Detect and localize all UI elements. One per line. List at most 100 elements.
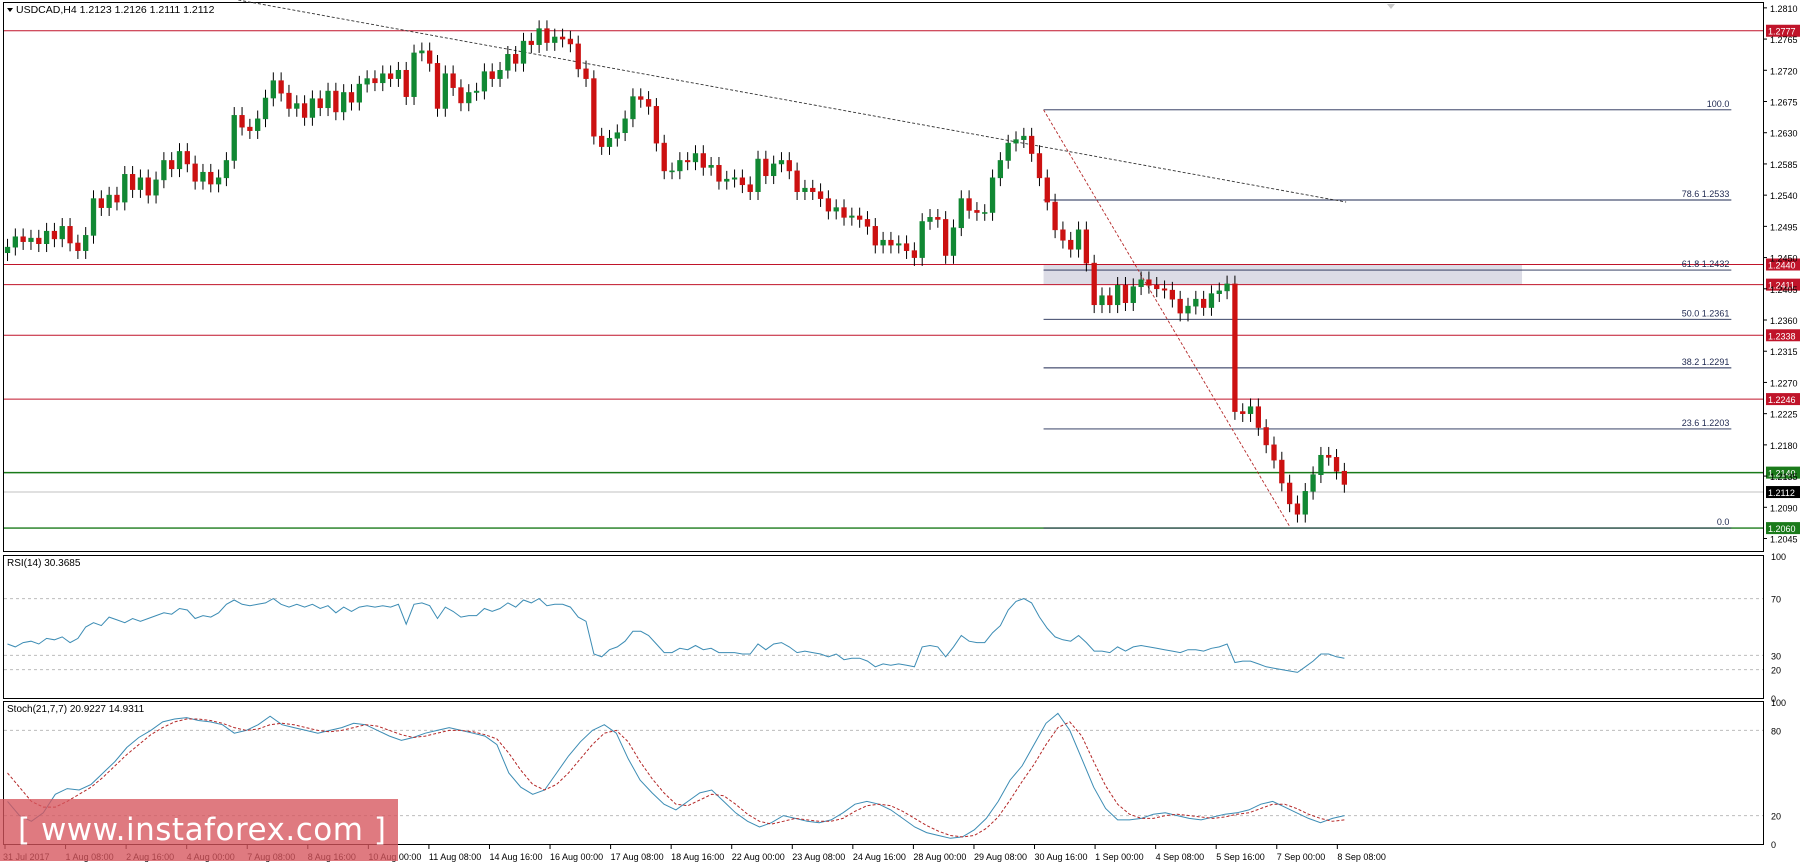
stoch-label: Stoch(21,7,7) 20.9227 14.9311 bbox=[7, 704, 145, 715]
candle-body bbox=[544, 28, 550, 43]
level-label: 1.2060 bbox=[1768, 524, 1796, 534]
indicator-tick-label: 20 bbox=[1771, 812, 1781, 822]
candle-body bbox=[552, 36, 558, 43]
candle-body bbox=[1036, 153, 1043, 179]
level-label: 1.2246 bbox=[1768, 395, 1796, 405]
price-tick-label: 1.2720 bbox=[1770, 66, 1798, 76]
candle-body bbox=[481, 71, 488, 92]
candle-body bbox=[215, 177, 222, 185]
watermark-text: [ www.instaforex.com ] bbox=[18, 812, 387, 848]
candle-body bbox=[708, 165, 714, 168]
indicator-tick-label: 100 bbox=[1771, 552, 1786, 562]
price-tick-label: 1.2675 bbox=[1770, 98, 1798, 108]
fib-level-label: 50.0 1.2361 bbox=[1682, 308, 1730, 318]
candle-body bbox=[450, 73, 456, 88]
time-tick-label: 23 Aug 08:00 bbox=[792, 852, 845, 862]
indicator-tick-label: 80 bbox=[1771, 726, 1781, 736]
candle-body bbox=[114, 194, 120, 203]
candle-body bbox=[896, 243, 902, 246]
candle-body bbox=[833, 207, 839, 212]
candle-body bbox=[700, 153, 706, 168]
candle-body bbox=[1138, 279, 1144, 288]
indicator-tick-label: 20 bbox=[1771, 666, 1781, 676]
candle-body bbox=[536, 28, 542, 45]
price-tick-label: 1.2450 bbox=[1770, 254, 1798, 264]
candle-body bbox=[794, 170, 800, 192]
candle-body bbox=[239, 115, 245, 128]
resistance-zone bbox=[1043, 264, 1523, 285]
candle-body bbox=[513, 54, 519, 64]
scroll-marker-icon[interactable] bbox=[1387, 4, 1395, 9]
candle-body bbox=[372, 78, 378, 84]
time-tick-label: 24 Aug 16:00 bbox=[853, 852, 906, 862]
candle-body bbox=[262, 97, 269, 120]
candle-body bbox=[1208, 293, 1215, 308]
candle-body bbox=[1169, 289, 1176, 300]
candle-body bbox=[1021, 135, 1027, 140]
fib-level-label: 23.6 1.2203 bbox=[1682, 418, 1730, 428]
candle-body bbox=[270, 80, 276, 99]
current-price-label: 1.2112 bbox=[1768, 488, 1795, 498]
candle-body bbox=[137, 177, 144, 190]
price-axis: 1.2810 1.2765 1.2720 1.2675 1.2630 1.2585 1.25… bbox=[1763, 4, 1798, 545]
time-tick-label: 8 Sep 08:00 bbox=[1337, 852, 1386, 862]
candle-body bbox=[1302, 491, 1308, 515]
candle-body bbox=[1216, 290, 1222, 294]
time-tick-label: 28 Aug 00:00 bbox=[913, 852, 966, 862]
candle-body bbox=[169, 160, 175, 170]
candle-body bbox=[333, 90, 339, 113]
candle-body bbox=[716, 165, 722, 182]
candle-body bbox=[1341, 470, 1348, 485]
candle-body bbox=[301, 103, 308, 118]
level-label: 1.2338 bbox=[1768, 331, 1796, 341]
dropdown-triangle-icon[interactable] bbox=[7, 8, 13, 12]
candle-body bbox=[1013, 139, 1019, 144]
candle-body bbox=[614, 132, 620, 139]
candle-body bbox=[927, 217, 933, 222]
candle-body bbox=[380, 73, 386, 84]
candle-body bbox=[153, 179, 159, 196]
candle-body bbox=[950, 227, 957, 256]
candle-body bbox=[1263, 427, 1269, 446]
candle-body bbox=[341, 92, 347, 113]
candle-body bbox=[1052, 201, 1058, 231]
candle-body bbox=[1294, 503, 1301, 515]
candle-body bbox=[1310, 474, 1316, 492]
candle-body bbox=[1091, 262, 1097, 306]
candle-body bbox=[403, 69, 409, 97]
indicator-tick-label: 30 bbox=[1771, 651, 1781, 661]
time-tick-label: 1 Sep 00:00 bbox=[1095, 852, 1144, 862]
candle-body bbox=[1099, 295, 1105, 306]
candle-body bbox=[677, 160, 683, 172]
price-tick-label: 1.2315 bbox=[1770, 347, 1798, 357]
candle-body bbox=[528, 40, 534, 45]
rsi-label: RSI(14) 30.3685 bbox=[7, 558, 81, 569]
candle-body bbox=[90, 198, 97, 236]
time-tick-label: 7 Sep 00:00 bbox=[1277, 852, 1326, 862]
candle-body bbox=[958, 198, 964, 229]
indicator-tick-label: 70 bbox=[1771, 595, 1781, 605]
candle-body bbox=[223, 160, 230, 179]
indicator-tick-label: 100 bbox=[1771, 698, 1786, 708]
price-tick-label: 1.2540 bbox=[1770, 191, 1798, 201]
candle-body bbox=[36, 237, 42, 245]
price-tick-label: 1.2045 bbox=[1770, 535, 1798, 545]
candle-body bbox=[1279, 459, 1285, 484]
candle-body bbox=[161, 160, 167, 181]
candle-body bbox=[864, 219, 871, 227]
candle-body bbox=[567, 38, 574, 45]
candle-body bbox=[1247, 406, 1254, 414]
candle-body bbox=[1286, 482, 1293, 505]
candle-body bbox=[880, 239, 886, 246]
candle-body bbox=[974, 210, 980, 213]
series-rsi-14- bbox=[7, 597, 1345, 673]
candle-body bbox=[1240, 411, 1246, 414]
candle-body bbox=[1255, 406, 1262, 428]
candle-body bbox=[1193, 298, 1199, 307]
candle-body bbox=[434, 63, 441, 109]
time-tick-label: 5 Sep 16:00 bbox=[1216, 852, 1265, 862]
candle-body bbox=[778, 160, 785, 165]
candle-body bbox=[1326, 454, 1332, 458]
candle-body bbox=[317, 98, 323, 109]
candle-body bbox=[763, 158, 769, 177]
